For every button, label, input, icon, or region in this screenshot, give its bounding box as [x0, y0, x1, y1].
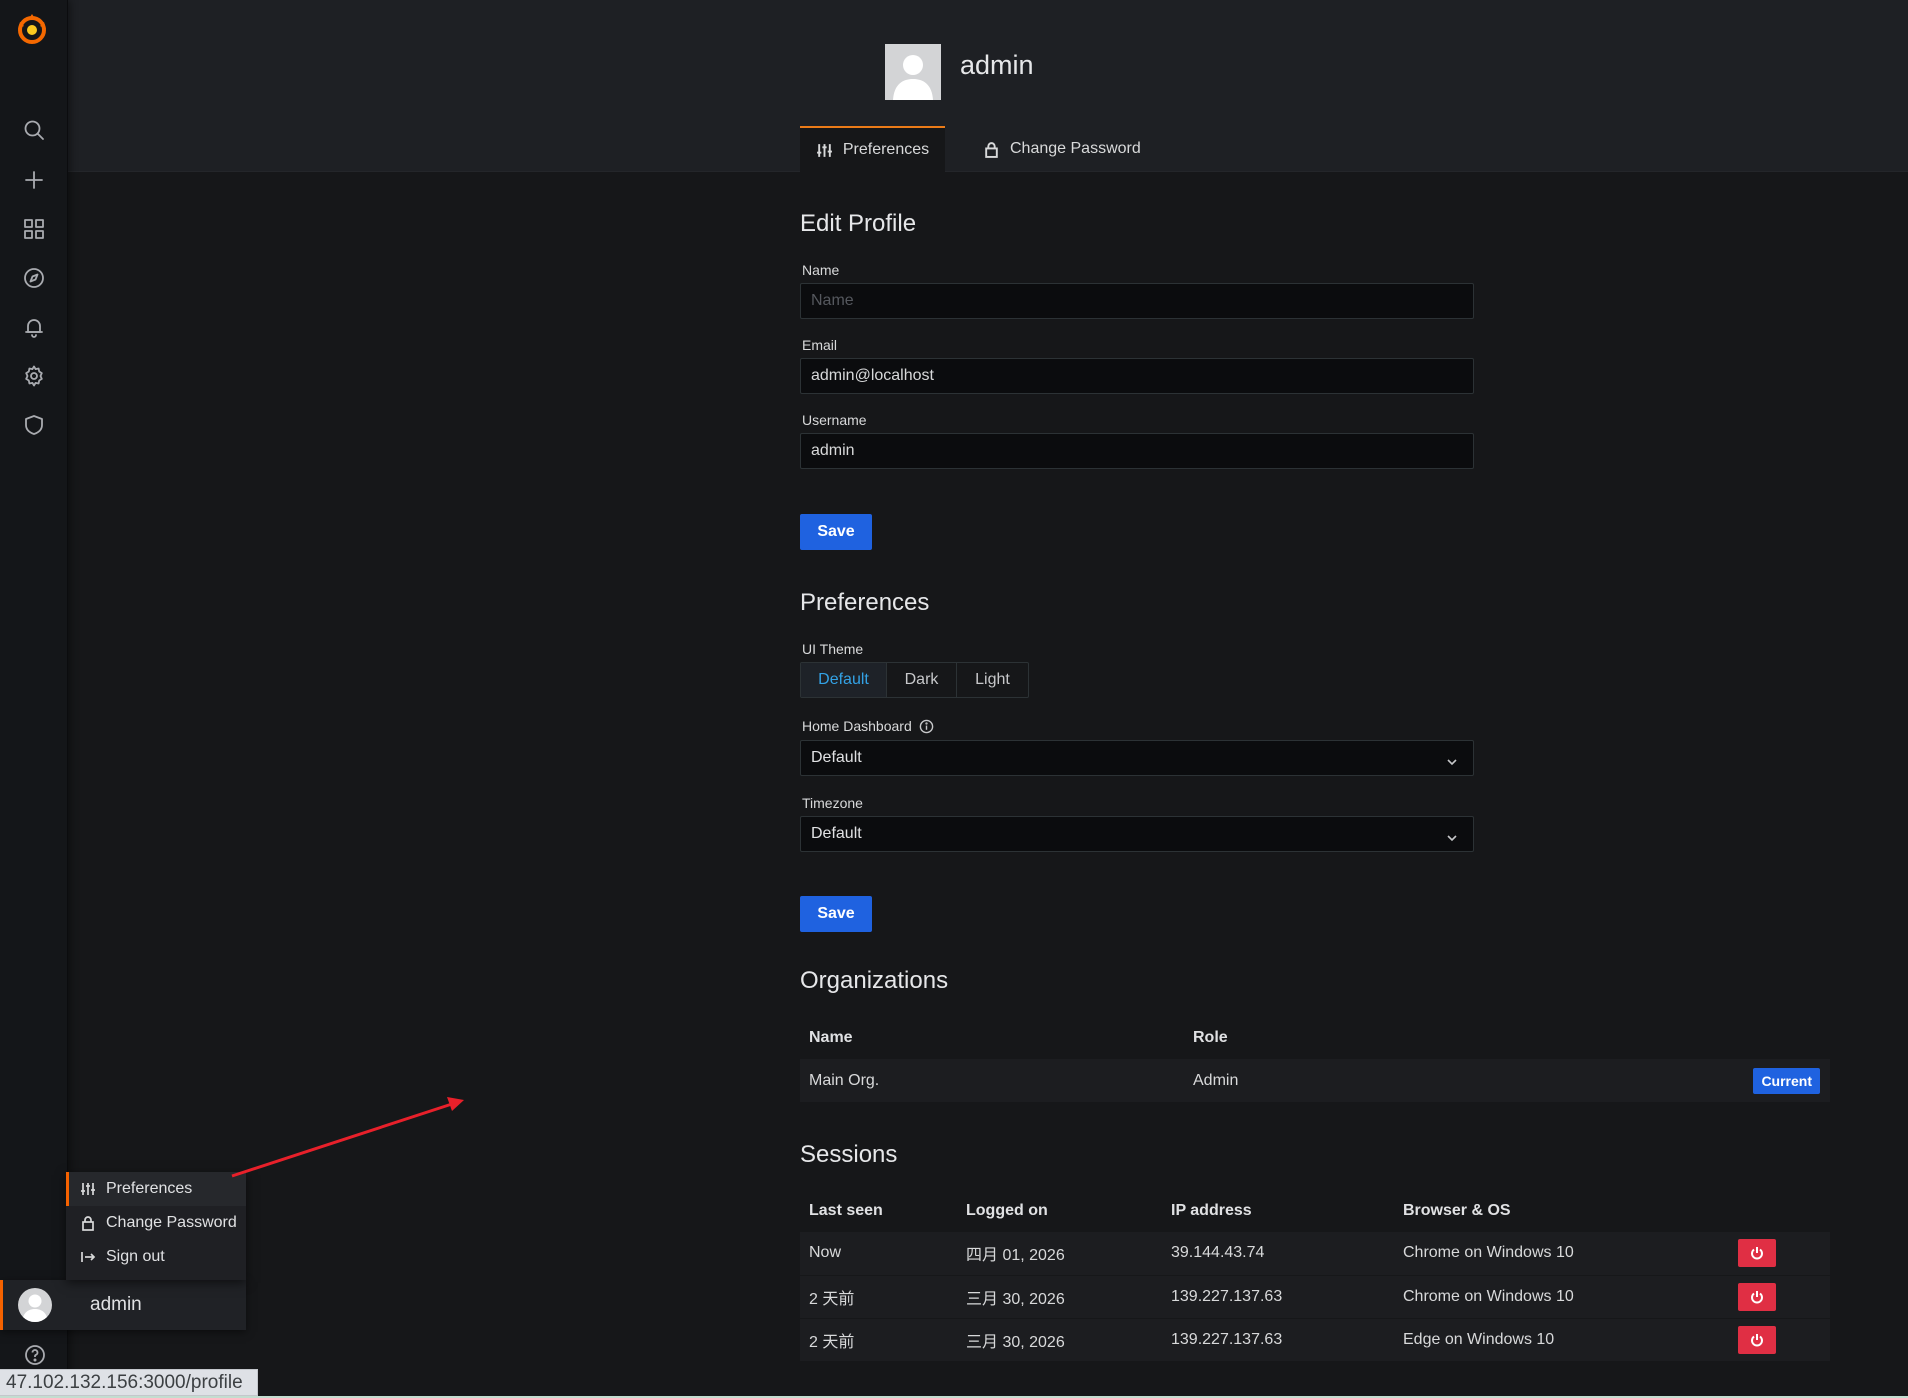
- email-label: Email: [802, 337, 838, 353]
- lock-icon: [985, 141, 998, 158]
- organizations-table: Name Role Main Org. Admin Current: [800, 1017, 1830, 1102]
- menu-item-sign-out[interactable]: Sign out: [66, 1240, 246, 1274]
- gear-icon[interactable]: [18, 360, 50, 392]
- page-header: admin Preferences Change Password: [68, 0, 1908, 172]
- sidebar-profile-item[interactable]: admin: [0, 1280, 246, 1330]
- table-row: 2 天前 三月 30, 2026 139.227.137.63 Chrome o…: [800, 1274, 1830, 1318]
- chevron-down-icon: [1447, 754, 1457, 766]
- sidebar: admin: [0, 0, 246, 1398]
- tab-preferences[interactable]: Preferences: [800, 126, 945, 172]
- session-last-seen: 2 天前: [800, 1317, 957, 1361]
- timezone-label: Timezone: [802, 795, 863, 811]
- plus-icon[interactable]: [18, 164, 50, 196]
- theme-option-dark[interactable]: Dark: [887, 663, 957, 697]
- sliders-icon: [81, 1183, 95, 1195]
- edit-profile-heading: Edit Profile: [800, 210, 917, 237]
- session-browser: Edge on Windows 10: [1394, 1317, 1729, 1361]
- search-icon[interactable]: [18, 114, 50, 146]
- column-header: IP address: [1171, 1202, 1252, 1219]
- save-preferences-button[interactable]: Save: [800, 896, 872, 932]
- lock-icon: [82, 1216, 94, 1231]
- menu-label: Preferences: [106, 1180, 193, 1197]
- session-ip: 139.227.137.63: [1162, 1317, 1394, 1361]
- menu-label: Change Password: [106, 1214, 237, 1231]
- tab-change-password[interactable]: Change Password: [983, 126, 1163, 172]
- save-profile-button[interactable]: Save: [800, 514, 872, 550]
- ui-theme-label: UI Theme: [802, 641, 864, 657]
- tab-label: Change Password: [1010, 140, 1141, 157]
- revoke-session-button[interactable]: [1738, 1239, 1776, 1268]
- profile-menu: Preferences Change Password Sign out: [66, 1172, 246, 1280]
- ui-theme-radio-group: Default Dark Light: [800, 662, 1029, 698]
- session-last-seen: 2 天前: [800, 1274, 957, 1318]
- power-icon: [1751, 1247, 1763, 1260]
- sidebar-user-name: admin: [90, 1294, 142, 1315]
- theme-option-light[interactable]: Light: [957, 663, 1028, 697]
- sliders-icon: [816, 143, 832, 157]
- status-url-bar: 47.102.132.156:3000/profile: [0, 1369, 258, 1396]
- bell-icon[interactable]: [18, 311, 50, 343]
- organizations-heading: Organizations: [800, 967, 949, 994]
- timezone-value: Default: [811, 825, 862, 842]
- sessions-table: Last seen Logged on IP address Browser &…: [800, 1190, 1830, 1361]
- annotation-arrow: [231, 1097, 464, 1178]
- menu-label: Sign out: [106, 1248, 165, 1265]
- explore-icon[interactable]: [18, 262, 50, 294]
- chevron-down-icon: [1447, 830, 1457, 842]
- menu-item-preferences[interactable]: Preferences: [66, 1172, 246, 1206]
- preferences-heading: Preferences: [800, 589, 930, 616]
- home-dashboard-label: Home Dashboard: [802, 718, 912, 734]
- current-org-badge[interactable]: Current: [1753, 1067, 1820, 1094]
- email-input[interactable]: [800, 358, 1474, 394]
- info-icon[interactable]: [919, 719, 934, 734]
- org-name: Main Org.: [809, 1071, 880, 1089]
- table-row: Now 四月 01, 2026 39.144.43.74 Chrome on W…: [800, 1232, 1830, 1275]
- column-header: Last seen: [809, 1202, 883, 1219]
- dashboards-icon[interactable]: [18, 213, 50, 245]
- timezone-select[interactable]: Default: [800, 816, 1474, 852]
- column-header: Name: [809, 1029, 853, 1046]
- session-browser: Chrome on Windows 10: [1403, 1244, 1574, 1262]
- username-input[interactable]: [800, 433, 1474, 469]
- power-icon: [1751, 1290, 1763, 1303]
- session-browser: Chrome on Windows 10: [1394, 1274, 1729, 1318]
- name-input[interactable]: [800, 283, 1474, 319]
- tab-label: Preferences: [842, 141, 930, 158]
- session-logged-on: 三月 30, 2026: [957, 1274, 1162, 1318]
- avatar: [885, 44, 941, 100]
- username-label: Username: [802, 412, 867, 428]
- column-header: Browser & OS: [1403, 1202, 1511, 1219]
- sessions-heading: Sessions: [800, 1141, 898, 1168]
- page-title: admin: [960, 50, 1034, 80]
- power-icon: [1751, 1333, 1763, 1347]
- name-label: Name: [802, 262, 840, 278]
- theme-option-default[interactable]: Default: [801, 663, 887, 697]
- help-icon[interactable]: [20, 1340, 50, 1370]
- menu-item-change-password[interactable]: Change Password: [66, 1206, 246, 1240]
- session-logged-on: 四月 01, 2026: [966, 1247, 1065, 1265]
- avatar: [18, 1288, 52, 1322]
- home-dashboard-value: Default: [811, 749, 862, 766]
- shield-icon[interactable]: [18, 409, 50, 441]
- session-ip: 39.144.43.74: [1171, 1244, 1265, 1262]
- org-role: Admin: [1193, 1071, 1239, 1089]
- revoke-session-button[interactable]: [1738, 1282, 1776, 1311]
- sign-out-icon: [81, 1252, 96, 1262]
- session-ip: 139.227.137.63: [1162, 1274, 1394, 1318]
- home-dashboard-select[interactable]: Default: [800, 740, 1474, 776]
- table-row[interactable]: Main Org. Admin Current: [800, 1059, 1830, 1102]
- home-dashboard-label-row: Home Dashboard: [802, 718, 934, 734]
- column-header: Logged on: [966, 1202, 1048, 1219]
- column-header: Role: [1193, 1029, 1228, 1046]
- session-logged-on: 三月 30, 2026: [957, 1317, 1162, 1361]
- revoke-session-button[interactable]: [1738, 1325, 1776, 1354]
- session-last-seen: Now: [809, 1244, 842, 1262]
- grafana-logo-icon[interactable]: [14, 10, 50, 48]
- table-row: 2 天前 三月 30, 2026 139.227.137.63 Edge on …: [800, 1317, 1830, 1361]
